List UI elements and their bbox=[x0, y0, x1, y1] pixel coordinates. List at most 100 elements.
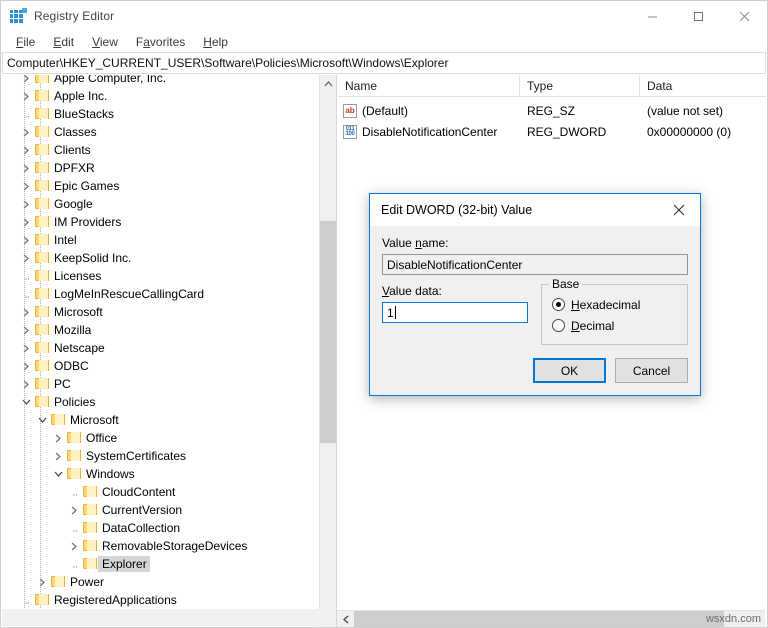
tree-item-label: Epic Games bbox=[54, 179, 120, 193]
value-type-cell: REG_SZ bbox=[527, 103, 576, 118]
chevron-right-icon[interactable] bbox=[66, 537, 82, 555]
tree-item-odbc[interactable]: ODBC bbox=[2, 357, 320, 375]
tree-item-windows[interactable]: Windows bbox=[2, 465, 320, 483]
tree-item-microsoft[interactable]: Microsoft bbox=[2, 303, 320, 321]
tree-item-intel[interactable]: Intel bbox=[2, 231, 320, 249]
chevron-right-icon[interactable] bbox=[18, 231, 34, 249]
tree-item-im-providers[interactable]: IM Providers bbox=[2, 213, 320, 231]
chevron-down-icon[interactable] bbox=[18, 393, 34, 411]
menu-view[interactable]: View bbox=[83, 33, 127, 51]
chevron-right-icon[interactable] bbox=[18, 177, 34, 195]
tree-item-mozilla[interactable]: Mozilla bbox=[2, 321, 320, 339]
tree-item-cloudcontent[interactable]: CloudContent bbox=[2, 483, 320, 501]
radio-hexadecimal[interactable]: Hexadecimal bbox=[552, 294, 687, 315]
maximize-icon[interactable] bbox=[675, 1, 721, 31]
tree-item-pc[interactable]: PC bbox=[2, 375, 320, 393]
tree-item-explorer[interactable]: Explorer bbox=[2, 555, 320, 573]
chevron-right-icon[interactable] bbox=[18, 87, 34, 105]
chevron-right-icon[interactable] bbox=[18, 303, 34, 321]
close-icon[interactable] bbox=[721, 1, 767, 31]
tree-leaf-icon bbox=[66, 519, 82, 537]
chevron-right-icon[interactable] bbox=[18, 321, 34, 339]
ok-button[interactable]: OK bbox=[533, 358, 606, 383]
column-header-type[interactable]: Type bbox=[520, 75, 640, 97]
tree-leaf-icon bbox=[18, 591, 34, 609]
chevron-right-icon[interactable] bbox=[34, 573, 50, 591]
dialog-middle-row: Value data: 1 Base Hexadecimal Decimal bbox=[382, 277, 688, 345]
tree-vertical-scrollbar[interactable] bbox=[319, 75, 336, 627]
chevron-right-icon[interactable] bbox=[18, 159, 34, 177]
tree-item-epic-games[interactable]: Epic Games bbox=[2, 177, 320, 195]
tree-item-policies[interactable]: Policies bbox=[2, 393, 320, 411]
tree-item-label: Office bbox=[86, 431, 118, 445]
tree-item-office[interactable]: Office bbox=[2, 429, 320, 447]
tree-item-google[interactable]: Google bbox=[2, 195, 320, 213]
tree-item-power[interactable]: Power bbox=[2, 573, 320, 591]
folder-icon bbox=[82, 537, 98, 555]
tree-scroll-thumb[interactable] bbox=[320, 221, 336, 443]
tree-item-netscape[interactable]: Netscape bbox=[2, 339, 320, 357]
tree-item-label: Mozilla bbox=[54, 323, 92, 337]
chevron-right-icon[interactable] bbox=[18, 75, 34, 87]
folder-icon bbox=[34, 195, 50, 213]
values-scroll-thumb[interactable] bbox=[354, 611, 724, 627]
tree-item-microsoft[interactable]: Microsoft bbox=[2, 411, 320, 429]
address-bar[interactable]: Computer\HKEY_CURRENT_USER\Software\Poli… bbox=[2, 52, 766, 74]
scroll-up-icon[interactable] bbox=[320, 75, 336, 92]
menu-favorites[interactable]: Favorites bbox=[127, 33, 194, 51]
chevron-right-icon[interactable] bbox=[18, 249, 34, 267]
tree-item-removablestoragedevices[interactable]: RemovableStorageDevices bbox=[2, 537, 320, 555]
menu-edit[interactable]: Edit bbox=[44, 33, 83, 51]
value-data-cell: 0x00000000 (0) bbox=[647, 124, 732, 139]
folder-icon bbox=[82, 501, 98, 519]
tree-item-datacollection[interactable]: DataCollection bbox=[2, 519, 320, 537]
chevron-right-icon[interactable] bbox=[18, 123, 34, 141]
tree-item-clients[interactable]: Clients bbox=[2, 141, 320, 159]
value-data-input[interactable]: 1 bbox=[382, 302, 528, 323]
tree-item-logmeinrescuecallingcard[interactable]: LogMeInRescueCallingCard bbox=[2, 285, 320, 303]
registry-tree-pane[interactable]: Apple Computer, Inc. Apple Inc. BlueStacks… bbox=[2, 75, 337, 627]
value-name-input[interactable]: DisableNotificationCenter bbox=[382, 254, 688, 275]
value-row[interactable]: 011 100 DisableNotificationCenter REG_DWORD… bbox=[338, 122, 766, 141]
tree-item-currentversion[interactable]: CurrentVersion bbox=[2, 501, 320, 519]
tree-item-bluestacks[interactable]: BlueStacks bbox=[2, 105, 320, 123]
minimize-icon[interactable] bbox=[629, 1, 675, 31]
chevron-right-icon[interactable] bbox=[18, 195, 34, 213]
values-horizontal-scrollbar[interactable] bbox=[337, 610, 765, 627]
chevron-right-icon[interactable] bbox=[50, 429, 66, 447]
column-header-data[interactable]: Data bbox=[640, 75, 766, 97]
menu-file[interactable]: File bbox=[7, 33, 44, 51]
tree-item-apple-inc[interactable]: Apple Inc. bbox=[2, 87, 320, 105]
column-header-name[interactable]: Name bbox=[338, 75, 520, 97]
tree-item-dpfxr[interactable]: DPFXR bbox=[2, 159, 320, 177]
tree-item-registeredapplications[interactable]: RegisteredApplications bbox=[2, 591, 320, 609]
tree-item-label: CloudContent bbox=[102, 485, 176, 499]
cancel-button[interactable]: Cancel bbox=[615, 358, 688, 383]
menu-help[interactable]: Help bbox=[194, 33, 237, 51]
folder-icon bbox=[34, 213, 50, 231]
value-name-cell: ab (Default) bbox=[338, 103, 520, 118]
chevron-right-icon[interactable] bbox=[50, 447, 66, 465]
tree-item-licenses[interactable]: Licenses bbox=[2, 267, 320, 285]
folder-icon bbox=[34, 177, 50, 195]
tree-item-systemcertificates[interactable]: SystemCertificates bbox=[2, 447, 320, 465]
tree-item-keepsolid-inc[interactable]: KeepSolid Inc. bbox=[2, 249, 320, 267]
tree-item-label: PC bbox=[54, 377, 71, 391]
chevron-right-icon[interactable] bbox=[18, 357, 34, 375]
tree-item-apple-computer-inc[interactable]: Apple Computer, Inc. bbox=[2, 75, 320, 87]
tree-item-classes[interactable]: Classes bbox=[2, 123, 320, 141]
chevron-down-icon[interactable] bbox=[50, 465, 66, 483]
folder-icon bbox=[34, 285, 50, 303]
tree-item-label: KeepSolid Inc. bbox=[54, 251, 132, 265]
scroll-left-icon[interactable] bbox=[337, 611, 354, 627]
close-icon[interactable] bbox=[658, 194, 700, 226]
dialog-buttons: OK Cancel bbox=[533, 358, 688, 383]
value-row[interactable]: ab (Default) REG_SZ (value not set) bbox=[338, 101, 766, 120]
chevron-right-icon[interactable] bbox=[18, 339, 34, 357]
chevron-right-icon[interactable] bbox=[18, 213, 34, 231]
chevron-right-icon[interactable] bbox=[66, 501, 82, 519]
chevron-down-icon[interactable] bbox=[34, 411, 50, 429]
chevron-right-icon[interactable] bbox=[18, 375, 34, 393]
radio-decimal[interactable]: Decimal bbox=[552, 315, 687, 336]
chevron-right-icon[interactable] bbox=[18, 141, 34, 159]
